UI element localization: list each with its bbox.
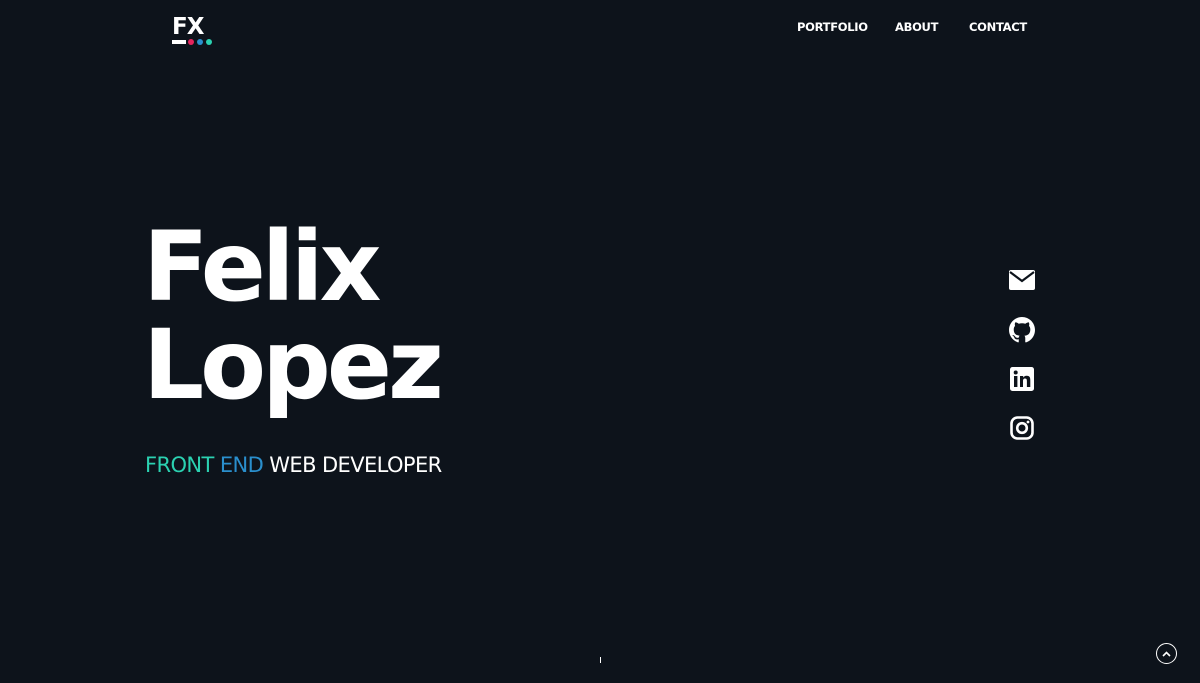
github-icon[interactable]: [1006, 314, 1038, 346]
logo-dot-blue: [197, 39, 203, 45]
back-to-top-button[interactable]: [1156, 643, 1177, 664]
chevron-up-icon: [1162, 650, 1171, 657]
instagram-icon[interactable]: [1006, 412, 1038, 444]
nav-portfolio-link[interactable]: PORTFOLIO: [797, 20, 868, 34]
logo-underline: [172, 40, 186, 44]
hero-first-name: Felix: [143, 211, 382, 323]
page: FX PORTFOLIO ABOUT CONTACT Felix Lopez F…: [0, 0, 1200, 683]
envelope-icon[interactable]: [1006, 264, 1038, 296]
hero-name: Felix Lopez: [143, 211, 444, 421]
main-nav: PORTFOLIO ABOUT CONTACT: [0, 20, 1200, 36]
nav-about-link[interactable]: ABOUT: [895, 20, 938, 34]
hero-last-name: Lopez: [143, 309, 444, 421]
subtitle-web-developer: WEB DEVELOPER: [269, 453, 442, 477]
subtitle-front: FRONT: [145, 453, 214, 477]
scroll-indicator: [600, 657, 601, 663]
nav-contact-link[interactable]: CONTACT: [969, 20, 1027, 34]
logo-dot-teal: [206, 39, 212, 45]
hero-subtitle: FRONT END WEB DEVELOPER: [145, 452, 442, 478]
linkedin-icon[interactable]: [1006, 363, 1038, 395]
logo-dot-pink: [188, 39, 194, 45]
subtitle-end: END: [219, 453, 264, 477]
